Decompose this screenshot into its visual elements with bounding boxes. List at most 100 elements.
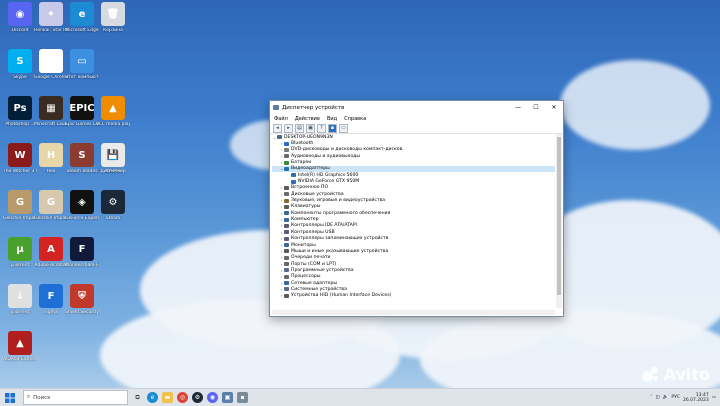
tree-item-label: Звуковые, игровые и видеоустройства xyxy=(291,198,386,204)
desktop-icon[interactable]: W The Witcher 3 Wild Hunt xyxy=(3,143,37,174)
notifications-icon[interactable]: ▭ xyxy=(712,395,716,400)
desktop-icon-label: Wondershare Filmora xyxy=(65,263,99,268)
tree-item-label: Контроллеры запоминающих устройств xyxy=(291,236,389,242)
taskbar-device-manager[interactable]: ▣ xyxy=(222,392,233,403)
task-view-button[interactable]: ⧉ xyxy=(132,392,143,403)
device-manager-icon xyxy=(273,105,279,110)
tree-item-label: Программные устройства xyxy=(291,267,354,273)
desktop-icon[interactable]: F Figma xyxy=(34,284,68,315)
desktop-icon[interactable]: G Genshin Impact xyxy=(3,190,37,221)
scroll-thumb[interactable] xyxy=(557,137,561,295)
desktop-icon-label: Microsoft Edge xyxy=(65,28,99,33)
chrome-icon: ◎ xyxy=(179,394,186,401)
close-button[interactable]: ✕ xyxy=(545,101,563,114)
device-icon xyxy=(284,262,289,267)
desktop-icon-label: Steam xyxy=(105,216,121,221)
show-hide-tree-button[interactable]: ▤ xyxy=(295,123,304,133)
desktop-icon[interactable]: G Genshin Impact xyxy=(34,190,68,221)
search-box[interactable]: ⌕ Поиск xyxy=(23,390,128,405)
desktop-icon-label: Steam Blades xyxy=(66,169,98,174)
menu-action[interactable]: Действие xyxy=(295,116,320,122)
tree-item-label: DESKTOP-UEON9N3N xyxy=(284,134,333,140)
device-icon xyxy=(284,204,289,209)
scan-hardware-button[interactable]: ▭ xyxy=(339,123,348,133)
desktop-icon-label: Minecraft Launcher xyxy=(34,122,68,127)
update-driver-button[interactable]: ▪ xyxy=(328,123,337,133)
tree-item-label: Порты (COM и LPT) xyxy=(291,261,337,267)
desktop-icon-label: The Witcher 3 Wild Hunt xyxy=(3,169,37,174)
horizontal-scrollbar[interactable] xyxy=(272,310,555,315)
device-icon xyxy=(284,287,289,292)
desktop-icon[interactable]: ◈ GeForce Experience xyxy=(65,190,99,221)
taskbar-app[interactable]: ▪ xyxy=(237,392,248,403)
desktop-icon[interactable]: ▲ AIDA64 Extreme xyxy=(3,331,37,362)
desktop-icon[interactable]: A Adobe Acrobat xyxy=(34,237,68,268)
desktop-icon[interactable]: EPIC Epic Games Launcher xyxy=(65,96,99,127)
desktop-icon[interactable]: 🗑 Корзина xyxy=(96,2,130,33)
desktop-icon[interactable]: ↓ uTorrent xyxy=(3,284,37,315)
desktop-icon[interactable]: e Microsoft Edge xyxy=(65,2,99,33)
clock[interactable]: 13:47 26.07.2023 xyxy=(683,393,709,403)
desktop-icon[interactable]: ◉ Discord xyxy=(3,2,37,33)
minimize-button[interactable]: — xyxy=(509,101,527,114)
device-icon xyxy=(284,230,289,235)
maximize-button[interactable]: ☐ xyxy=(527,101,545,114)
app-icon: G xyxy=(39,190,63,214)
tree-item-label: Bluetooth xyxy=(291,141,314,147)
device-icon xyxy=(284,185,289,190)
device-icon xyxy=(284,211,289,216)
language-indicator[interactable]: РУС xyxy=(671,395,680,400)
forward-button[interactable]: ▸ xyxy=(284,123,293,133)
desktop-icon[interactable]: F Wondershare Filmora xyxy=(65,237,99,268)
device-icon xyxy=(284,268,289,273)
tree-item[interactable]: › Устройства HID (Human Interface Devices… xyxy=(272,293,555,299)
tree-item-label: Батареи xyxy=(291,160,312,166)
device-icon xyxy=(284,198,289,203)
desktop-icon[interactable]: Ps Photoshop ... xyxy=(3,96,37,127)
app-icon: ▲ xyxy=(8,331,32,355)
taskbar-explorer[interactable]: ▬ xyxy=(162,392,173,403)
desktop-icon-label: AIDA64 Extreme xyxy=(3,357,37,362)
desktop-icon[interactable]: ✦ Honkai: Star Rail xyxy=(34,2,68,33)
app-icon: F xyxy=(39,284,63,308)
menu-help[interactable]: Справка xyxy=(344,116,366,122)
desktop-icon[interactable]: ▦ Minecraft Launcher xyxy=(34,96,68,127)
chevron-up-icon[interactable]: ˄ xyxy=(650,395,652,400)
desktop-icon[interactable]: ▭ Этот компьютер xyxy=(65,49,99,80)
title-bar[interactable]: Диспетчер устройств — ☐ ✕ xyxy=(270,101,563,114)
menu-file[interactable]: Файл xyxy=(274,116,288,122)
start-button[interactable] xyxy=(3,391,17,405)
taskbar-discord[interactable]: ◉ xyxy=(207,392,218,403)
back-button[interactable]: ◂ xyxy=(273,123,282,133)
desktop-icon[interactable]: S Skype xyxy=(3,49,37,80)
app-icon: ▲ xyxy=(101,96,125,120)
help-button[interactable]: ? xyxy=(317,123,326,133)
device-icon xyxy=(284,255,289,260)
vertical-scrollbar[interactable] xyxy=(556,134,562,308)
volume-icon[interactable]: 🔈 xyxy=(663,395,669,400)
app-icon: Ps xyxy=(8,96,32,120)
desktop-icon[interactable]: ▲ VLC media player xyxy=(96,96,130,127)
device-icon xyxy=(284,274,289,279)
app-icon: F xyxy=(70,237,94,261)
desktop-icon[interactable]: H Hex xyxy=(34,143,68,174)
app-icon: W xyxy=(8,143,32,167)
taskbar-chrome[interactable]: ◎ xyxy=(177,392,188,403)
desktop-icon[interactable]: ◎ Google Chrome xyxy=(34,49,68,80)
taskbar-edge[interactable]: e xyxy=(147,392,158,403)
maximize-icon: ☐ xyxy=(533,104,539,111)
app-icon: 💾 xyxy=(101,143,125,167)
properties-button[interactable]: ▣ xyxy=(306,123,315,133)
menu-view[interactable]: Вид xyxy=(327,116,337,122)
desktop-icon[interactable]: S Steam Blades xyxy=(65,143,99,174)
device-manager-window[interactable]: Диспетчер устройств — ☐ ✕ Файл Действие … xyxy=(269,100,564,317)
desktop-icon[interactable]: ⛨ Shield Security xyxy=(65,284,99,315)
network-icon[interactable]: ◫ xyxy=(655,395,659,400)
desktop-icon[interactable]: µ µTorrent xyxy=(3,237,37,268)
device-icon xyxy=(284,223,289,228)
device-tree[interactable]: ⌄ DESKTOP-UEON9N3N › Bluetooth › DVD-дисковод… xyxy=(272,134,555,310)
desktop-icon[interactable]: 💾 Диспетчер xyxy=(96,143,130,174)
desktop-icon[interactable]: ⚙ Steam xyxy=(96,190,130,221)
app-icon: H xyxy=(39,143,63,167)
taskbar-steam[interactable]: ⚙ xyxy=(192,392,203,403)
